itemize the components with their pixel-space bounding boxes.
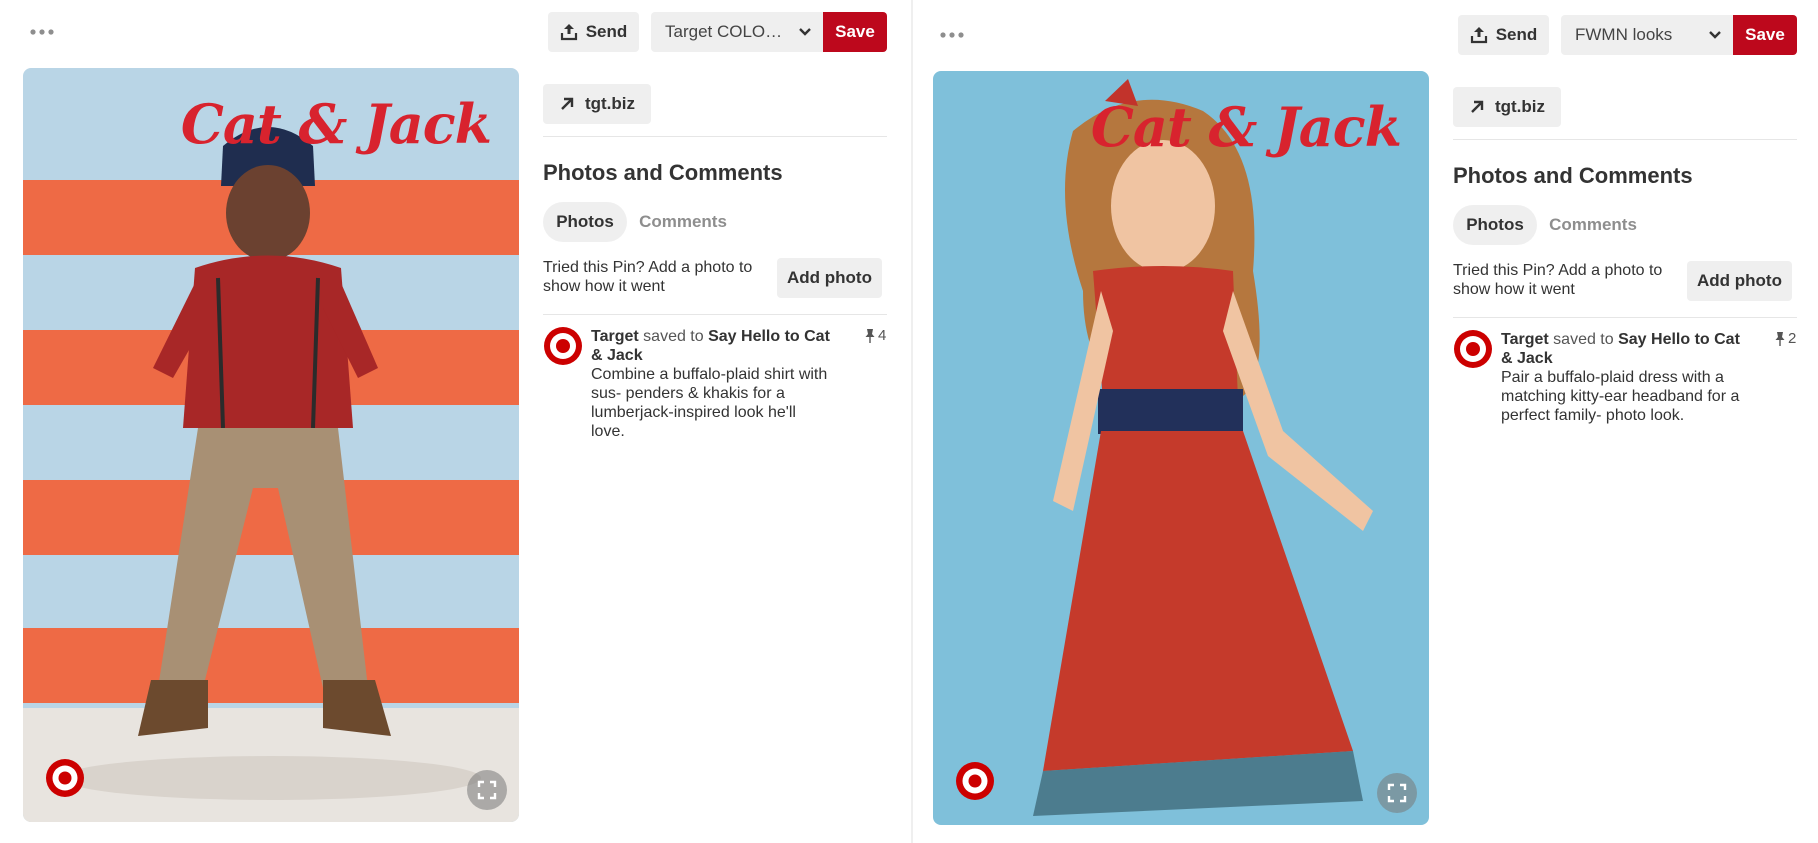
divider (1453, 317, 1797, 318)
divider (1453, 139, 1797, 140)
repin-count: 2 (1775, 330, 1796, 347)
pushpin-icon (1775, 332, 1785, 346)
pin-panel-left: Send Target COLOR A... Save Cat & Jack t… (0, 0, 888, 843)
arrow-up-right-icon (561, 97, 574, 110)
share-icon (1470, 27, 1487, 44)
expand-icon[interactable] (1377, 773, 1417, 813)
pin-description: Pair a buffalo-plaid dress with a matchi… (1501, 369, 1740, 424)
more-options-icon[interactable] (28, 22, 58, 42)
share-icon (560, 24, 577, 41)
pushpin-icon (865, 329, 875, 343)
add-photo-button[interactable]: Add photo (1687, 261, 1792, 301)
tab-comments[interactable]: Comments (1543, 205, 1643, 245)
board-select-value: FWMN looks (1575, 25, 1673, 44)
save-button[interactable]: Save (823, 12, 887, 52)
pin-panel-right: Send FWMN looks Save Cat & Jack tgt.biz (910, 0, 1798, 843)
tried-prompt: Tried this Pin? Add a photo to show how … (543, 259, 753, 295)
send-label: Send (1495, 25, 1538, 44)
target-logo-icon (956, 762, 994, 800)
tried-prompt: Tried this Pin? Add a photo to show how … (1453, 262, 1663, 298)
more-options-icon[interactable] (938, 25, 968, 45)
repin-count-value: 2 (1788, 330, 1797, 347)
arrow-up-right-icon (1471, 100, 1484, 113)
tab-photos[interactable]: Photos (1453, 205, 1537, 245)
save-button[interactable]: Save (1733, 15, 1797, 55)
divider (543, 136, 887, 137)
link-label: tgt.biz (584, 94, 636, 113)
send-button[interactable]: Send (548, 12, 639, 52)
cat-jack-logo: Cat & Jack (1090, 95, 1402, 159)
pin-image[interactable]: Cat & Jack (933, 71, 1429, 825)
divider (543, 314, 887, 315)
pin-description: Combine a buffalo-plaid shirt with sus- … (591, 366, 828, 440)
board-select[interactable]: FWMN looks (1561, 15, 1733, 55)
activity-user[interactable]: Target (591, 328, 639, 345)
board-select-value: Target COLOR A... (665, 22, 793, 41)
expand-icon[interactable] (467, 770, 507, 810)
section-title: Photos and Comments (1453, 163, 1693, 188)
pin-image[interactable]: Cat & Jack (23, 68, 519, 822)
repin-count-value: 4 (878, 327, 887, 344)
send-label: Send (585, 22, 628, 41)
target-avatar-icon[interactable] (1453, 329, 1493, 369)
activity-item: Target saved to Say Hello to Cat & Jack … (591, 327, 831, 441)
activity-verb: saved to (638, 328, 709, 345)
activity-user[interactable]: Target (1501, 331, 1549, 348)
send-button[interactable]: Send (1458, 15, 1549, 55)
visit-link-button[interactable]: tgt.biz (1453, 87, 1561, 127)
section-title: Photos and Comments (543, 160, 783, 185)
visit-link-button[interactable]: tgt.biz (543, 84, 651, 124)
target-avatar-icon[interactable] (543, 326, 583, 366)
repin-count: 4 (865, 327, 886, 344)
cat-jack-logo: Cat & Jack (180, 92, 492, 156)
target-logo-icon (46, 759, 84, 797)
tab-photos[interactable]: Photos (543, 202, 627, 242)
tab-comments[interactable]: Comments (633, 202, 733, 242)
board-select[interactable]: Target COLOR A... (651, 12, 823, 52)
chevron-down-icon (799, 28, 811, 36)
activity-item: Target saved to Say Hello to Cat & Jack … (1501, 330, 1741, 425)
activity-verb: saved to (1548, 331, 1619, 348)
add-photo-button[interactable]: Add photo (777, 258, 882, 298)
link-label: tgt.biz (1494, 97, 1546, 116)
chevron-down-icon (1709, 31, 1721, 39)
